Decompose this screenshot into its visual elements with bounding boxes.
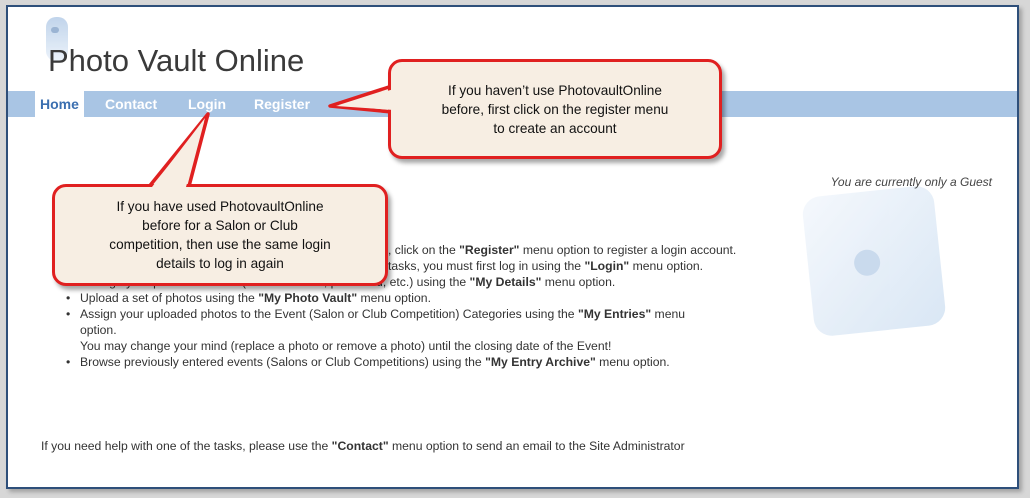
callout-tail-seams xyxy=(152,89,394,187)
